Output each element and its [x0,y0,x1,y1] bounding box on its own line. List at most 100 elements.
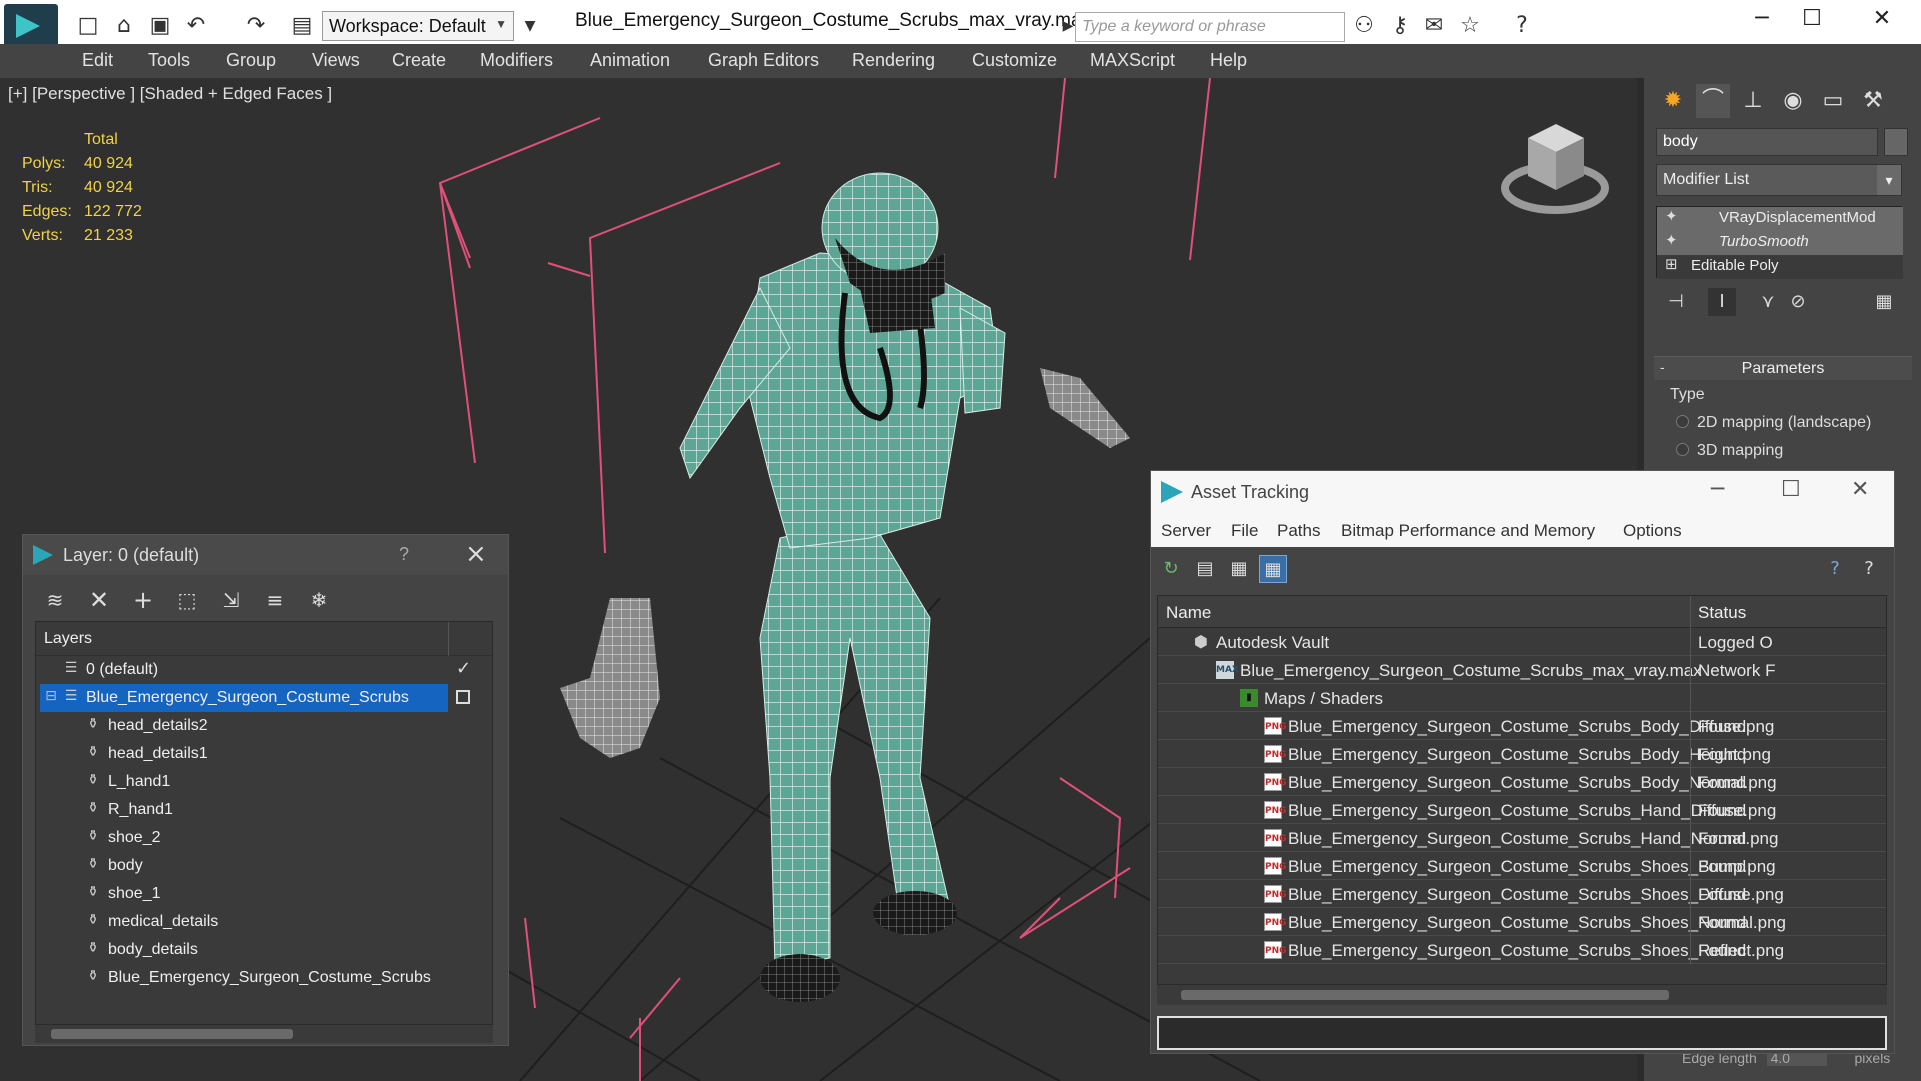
help-button[interactable]: ? [399,544,409,565]
save-icon[interactable]: ▣ [146,12,174,40]
hierarchy-tab-icon[interactable]: ⊥ [1736,84,1770,118]
menu-paths[interactable]: Paths [1277,521,1320,541]
menu-modifiers[interactable]: Modifiers [480,50,553,71]
expand-plus-icon[interactable]: ⊞ [1665,255,1685,273]
make-unique-icon[interactable]: ⋎ [1754,288,1782,316]
view-cube[interactable] [1501,124,1609,214]
asset-row-map[interactable]: PNG Blue_Emergency_Surgeon_Costume_Scrubs… [1158,824,1886,852]
layers-column-header[interactable]: Layers [44,630,92,648]
object-row[interactable]: ⚱ L_hand1 [36,768,492,796]
open-file-icon[interactable]: ⌂ [110,12,138,40]
object-row[interactable]: ⚱ shoe_1 [36,880,492,908]
menu-group[interactable]: Group [226,50,276,71]
utilities-tab-icon[interactable]: ⚒ [1856,84,1890,118]
show-end-result-icon[interactable]: Ⅰ [1708,288,1736,316]
project-folder-icon[interactable]: ▤ [288,12,316,40]
workspace-dropdown[interactable]: Workspace: Default ▼ [322,11,514,41]
radio-3d-mapping[interactable]: 3D mapping [1676,442,1783,460]
object-row[interactable]: ⚱ body_details [36,936,492,964]
asset-row-map[interactable]: PNG Blue_Emergency_Surgeon_Costume_Scrubs… [1158,852,1886,880]
object-row[interactable]: ⚱ head_details2 [36,712,492,740]
asset-row-map[interactable]: PNG Blue_Emergency_Surgeon_Costume_Scrubs… [1158,740,1886,768]
asset-row-map[interactable]: PNG Blue_Emergency_Surgeon_Costume_Scrubs… [1158,908,1886,936]
menu-customize[interactable]: Customize [972,50,1057,71]
freeze-all-layers-icon[interactable]: ❄ [303,585,335,615]
create-tab-icon[interactable]: ✹ [1656,84,1690,118]
menu-tools[interactable]: Tools [148,50,190,71]
highlight-layer-icon[interactable]: ⇲ [215,585,247,615]
favorites-star-icon[interactable]: ☆ [1456,12,1484,40]
new-file-icon[interactable]: □ [74,12,102,40]
object-row[interactable]: ⚱ Blue_Emergency_Surgeon_Costume_Scrubs [36,964,492,992]
menu-maxscript[interactable]: MAXScript [1090,50,1175,71]
menu-create[interactable]: Create [392,50,446,71]
menu-views[interactable]: Views [312,50,360,71]
workspace-menu-icon[interactable]: ▼ [516,12,544,40]
asset-row-map[interactable]: PNG Blue_Emergency_Surgeon_Costume_Scrubs… [1158,768,1886,796]
app-logo-icon[interactable] [4,4,58,48]
scrollbar-thumb[interactable] [1181,990,1669,1000]
object-row[interactable]: ⚱ medical_details [36,908,492,936]
motion-tab-icon[interactable]: ◉ [1776,84,1810,118]
object-row[interactable]: ⚱ body [36,852,492,880]
menu-bitmap-performance[interactable]: Bitmap Performance and Memory [1341,521,1595,541]
radio-button[interactable] [1676,415,1689,428]
set-current-layer-box[interactable] [456,690,470,704]
asset-row-map[interactable]: PNG Blue_Emergency_Surgeon_Costume_Scrubs… [1158,796,1886,824]
hide-all-layers-icon[interactable]: ≡ [259,585,291,615]
remove-modifier-icon[interactable]: ⊘ [1784,288,1812,316]
binoculars-icon[interactable]: ⚇ [1350,12,1378,40]
refresh-icon[interactable]: ↻ [1157,555,1185,583]
menu-graph-editors[interactable]: Graph Editors [708,50,819,71]
asset-row-map[interactable]: PNG Blue_Emergency_Surgeon_Costume_Scrubs… [1158,880,1886,908]
object-name-field[interactable]: body [1656,128,1878,156]
help-icon[interactable]: ? [1821,555,1849,583]
close-icon[interactable]: ✕ [1862,6,1902,36]
lightbulb-icon[interactable]: ✦ [1665,207,1685,225]
parameters-rollout-header[interactable]: - Parameters [1654,356,1912,380]
asset-path-field[interactable] [1157,1016,1887,1050]
list-view-icon[interactable]: ▤ [1191,555,1219,583]
asset-row-maps-folder[interactable]: ▮ Maps / Shaders [1158,684,1886,712]
display-tab-icon[interactable]: ▭ [1816,84,1850,118]
select-objects-icon[interactable]: ⬚ [171,585,203,615]
object-color-swatch[interactable] [1884,128,1908,156]
help-icon[interactable]: ? [1508,12,1536,40]
object-row[interactable]: ⚱ head_details1 [36,740,492,768]
layer-dialog-titlebar[interactable]: Layer: 0 (default) ? × [23,535,508,575]
new-layer-icon[interactable]: ≋ [39,585,71,615]
configure-sets-icon[interactable]: ▦ [1870,288,1898,316]
current-layer-check-icon[interactable]: ✓ [456,658,471,679]
asset-tracking-titlebar[interactable]: Asset Tracking ─ ☐ ✕ [1151,471,1894,513]
communication-icon[interactable]: ✉ [1420,12,1448,40]
menu-file[interactable]: File [1231,521,1258,541]
radio-button[interactable] [1676,443,1689,456]
object-row[interactable]: ⚱ R_hand1 [36,796,492,824]
radio-2d-mapping[interactable]: 2D mapping (landscape) [1676,414,1871,432]
table-view-icon[interactable]: ▦ [1259,555,1287,583]
minimize-icon[interactable]: ─ [1711,477,1724,502]
stack-item-turbosmooth[interactable]: ✦ TurboSmooth [1657,231,1903,255]
delete-layer-icon[interactable]: ✕ [83,585,115,615]
asset-row-vault[interactable]: ⬢ Autodesk Vault Logged O [1158,628,1886,656]
key-icon[interactable]: ⚷ [1386,12,1414,40]
maximize-icon[interactable]: ☐ [1781,477,1801,502]
viewport-label[interactable]: [+] [Perspective ] [Shaded + Edged Faces… [8,84,332,104]
redo-icon[interactable]: ↷ [242,12,270,40]
search-input[interactable]: Type a keyword or phrase [1075,12,1345,42]
stack-item-editable-poly[interactable]: ⊞ Editable Poly [1657,255,1903,279]
layer-row-scrubs[interactable]: ⊟ ☰ Blue_Emergency_Surgeon_Costume_Scrub… [36,684,492,712]
asset-row-map[interactable]: PNG Blue_Emergency_Surgeon_Costume_Scrubs… [1158,712,1886,740]
undo-icon[interactable]: ↶ [182,12,210,40]
menu-help[interactable]: Help [1210,50,1247,71]
lightbulb-icon[interactable]: ✦ [1665,231,1685,249]
menu-rendering[interactable]: Rendering [852,50,935,71]
layer-horizontal-scrollbar[interactable] [35,1025,493,1043]
collapse-minus-icon[interactable]: ⊟ [42,688,60,706]
add-to-layer-icon[interactable]: + [127,585,159,615]
modifier-list-dropdown[interactable]: Modifier List ▾ [1656,164,1902,196]
menu-edit[interactable]: Edit [82,50,113,71]
pin-stack-icon[interactable]: ⊣ [1662,288,1690,316]
status-column-header[interactable]: Status [1698,603,1746,623]
help-settings-icon[interactable]: ? [1855,555,1883,583]
